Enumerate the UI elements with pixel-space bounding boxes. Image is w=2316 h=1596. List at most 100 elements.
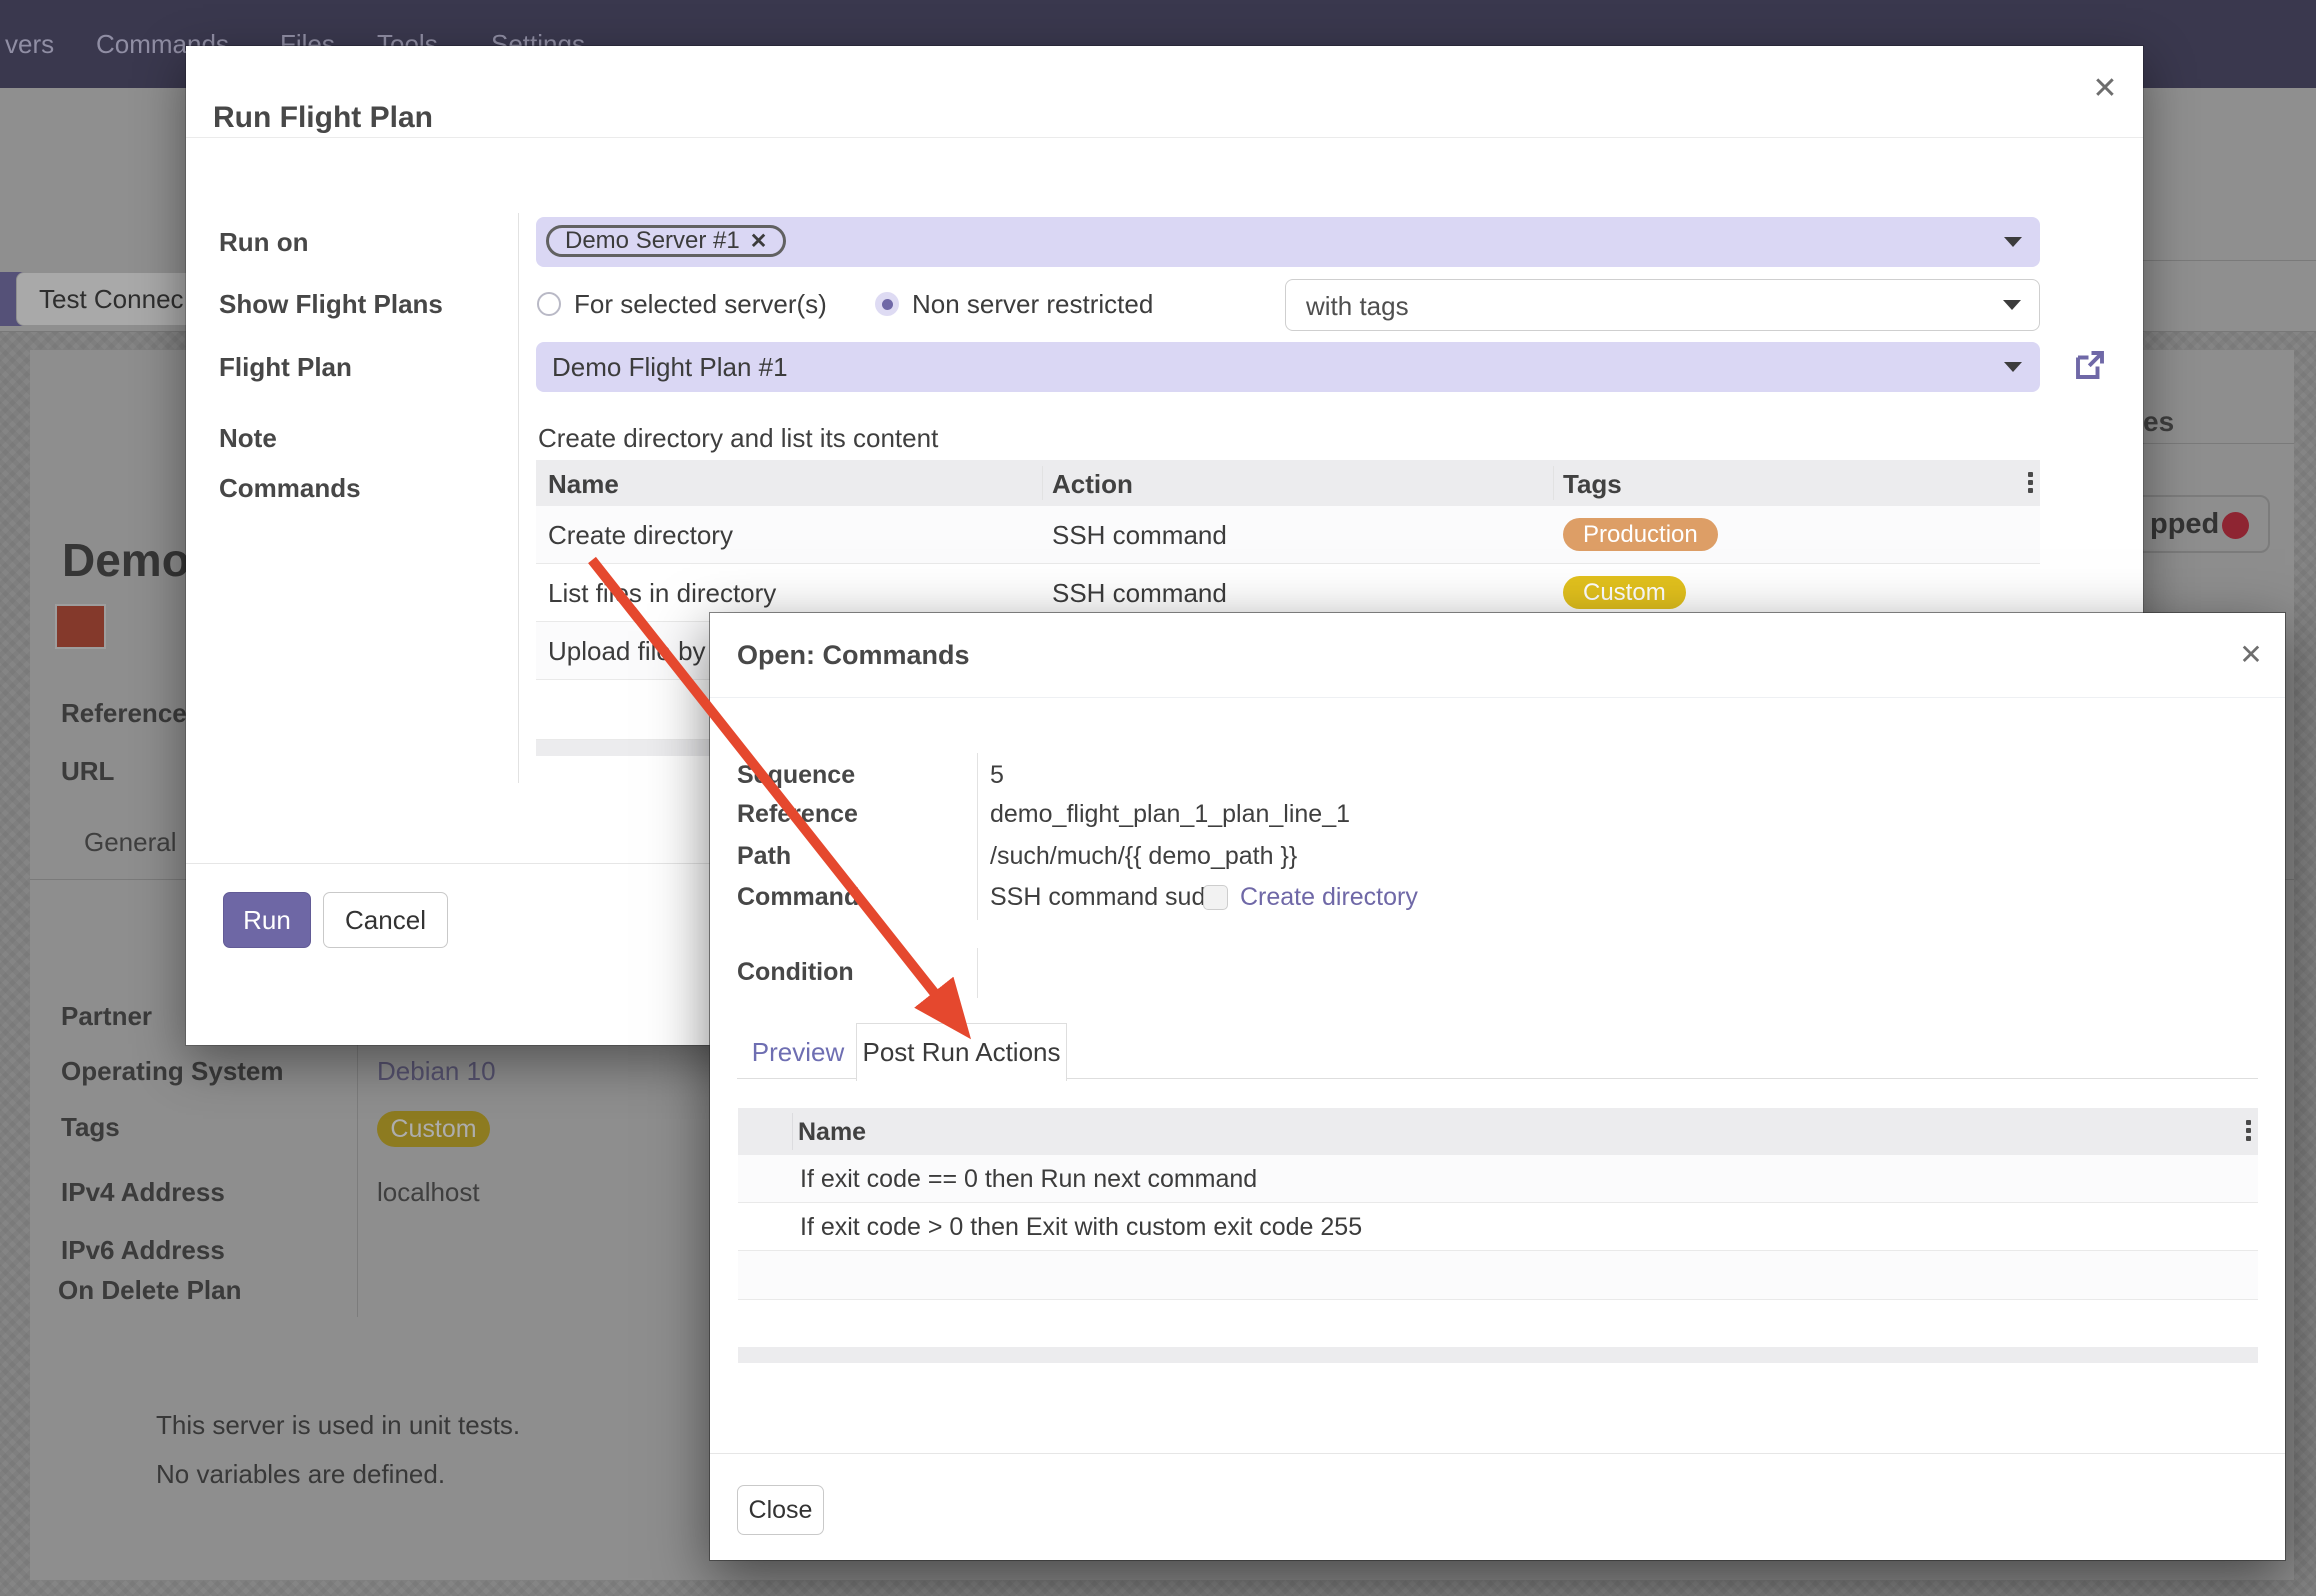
- reference-label: Reference: [61, 698, 187, 729]
- tab-preview[interactable]: Preview: [740, 1025, 856, 1079]
- col-tags: Tags: [1563, 469, 1622, 500]
- server-image[interactable]: [57, 606, 104, 647]
- with-tags-value: with tags: [1306, 291, 1409, 322]
- radio-non-server-restricted[interactable]: [875, 292, 899, 316]
- operating-system-label: Operating System: [61, 1056, 284, 1087]
- stopped-status-label: pped: [2150, 508, 2219, 541]
- with-tags-select[interactable]: with tags: [1285, 279, 2040, 331]
- col-name: Name: [548, 469, 619, 500]
- open-commands-modal: Open: Commands ✕ Sequence 5 Reference de…: [710, 613, 2285, 1560]
- note-label: Note: [219, 423, 277, 454]
- modal-header-divider: [186, 137, 2143, 138]
- actions-table-header: Name: [738, 1108, 2258, 1155]
- custom-tag-badge: Custom: [377, 1111, 490, 1147]
- kebab-menu-icon[interactable]: [2028, 472, 2033, 477]
- table-row-empty: [738, 1251, 2258, 1300]
- operating-system-value[interactable]: Debian 10: [377, 1056, 496, 1087]
- column-divider: [792, 1113, 793, 1150]
- flight-plan-label: Flight Plan: [219, 352, 352, 383]
- on-delete-plan-label: On Delete Plan: [58, 1275, 242, 1306]
- tags-label: Tags: [61, 1112, 120, 1143]
- reference-value: demo_flight_plan_1_plan_line_1: [990, 800, 1350, 829]
- table-row[interactable]: If exit code > 0 then Exit with custom e…: [738, 1203, 2258, 1251]
- ipv4-label: IPv4 Address: [61, 1177, 225, 1208]
- chevron-down-icon: [2004, 362, 2022, 372]
- create-directory-checkbox[interactable]: [1203, 885, 1228, 910]
- close-icon[interactable]: ✕: [2231, 634, 2271, 674]
- cell-action: SSH command: [1052, 520, 1227, 551]
- right-heading-fragment: es: [2143, 406, 2174, 438]
- col-name: Name: [798, 1118, 866, 1147]
- url-label: URL: [61, 756, 114, 787]
- modal-header-divider: [710, 697, 2285, 698]
- cell-name: List files in directory: [548, 578, 776, 609]
- stopped-status-dot-icon: [2222, 512, 2249, 539]
- label-column-divider: [518, 213, 519, 783]
- run-on-multiselect[interactable]: Demo Server #1 ✕: [536, 217, 2040, 267]
- cell-name: If exit code > 0 then Exit with custom e…: [800, 1213, 1362, 1242]
- commands-label: Commands: [219, 473, 361, 504]
- field-column-divider: [977, 948, 978, 998]
- tag-badge: Production: [1563, 518, 1718, 551]
- right-heading-divider: [2143, 443, 2294, 444]
- radio-for-selected-servers-label[interactable]: For selected server(s): [574, 289, 827, 320]
- unit-test-note-line2: No variables are defined.: [156, 1459, 445, 1490]
- modal-title: Open: Commands: [737, 640, 970, 671]
- tabs-underline: [737, 1078, 856, 1079]
- breadcrumb-divider: [2143, 260, 2316, 261]
- menu-label: vers: [5, 29, 54, 60]
- modal-title: Run Flight Plan: [213, 101, 433, 135]
- server-page-title: Demo: [62, 533, 190, 587]
- radio-for-selected-servers[interactable]: [537, 292, 561, 316]
- col-action: Action: [1052, 469, 1133, 500]
- cell-action: SSH command: [1052, 578, 1227, 609]
- table-row[interactable]: Create directory SSH command Production: [536, 506, 2040, 564]
- condition-label: Condition: [737, 958, 854, 987]
- field-column-divider: [977, 753, 978, 920]
- command-label: Command: [737, 883, 859, 912]
- cancel-button[interactable]: Cancel: [323, 892, 448, 948]
- chevron-down-icon: [2003, 300, 2021, 310]
- tab-general[interactable]: General: [84, 827, 177, 858]
- ipv4-value: localhost: [377, 1177, 480, 1208]
- remove-tag-icon[interactable]: ✕: [750, 229, 768, 254]
- note-value: Create directory and list its content: [538, 423, 938, 454]
- cell-name: Create directory: [548, 520, 733, 551]
- tab-post-run-actions[interactable]: Post Run Actions: [856, 1023, 1067, 1081]
- cell-name: If exit code == 0 then Run next command: [800, 1165, 1257, 1194]
- server-tag-label: Demo Server #1: [565, 227, 740, 255]
- commands-table-header: Name Action Tags: [536, 460, 2040, 506]
- field-divider: [357, 1262, 358, 1317]
- command-value: SSH command sudo: [990, 883, 1219, 912]
- menu-item-servers[interactable]: vers: [5, 0, 54, 88]
- radio-non-server-restricted-label[interactable]: Non server restricted: [912, 289, 1153, 320]
- screen: vers Commands Files Tools Settings Test …: [0, 0, 2316, 1596]
- reference-label: Reference: [737, 800, 858, 829]
- run-on-label: Run on: [219, 227, 309, 258]
- external-link-icon[interactable]: [2072, 347, 2108, 383]
- tag-badge: Custom: [1563, 576, 1686, 609]
- modal-footer-divider: [710, 1453, 2285, 1454]
- close-button[interactable]: Close: [737, 1485, 824, 1535]
- partner-label: Partner: [61, 1001, 152, 1032]
- flight-plan-value: Demo Flight Plan #1: [552, 352, 788, 383]
- sequence-label: Sequence: [737, 761, 855, 790]
- chevron-down-icon: [2004, 237, 2022, 247]
- unit-test-note-line1: This server is used in unit tests.: [156, 1410, 520, 1441]
- table-row[interactable]: If exit code == 0 then Run next command: [738, 1155, 2258, 1203]
- run-button[interactable]: Run: [223, 892, 311, 948]
- sequence-value: 5: [990, 761, 1004, 790]
- show-flight-plans-label: Show Flight Plans: [219, 289, 443, 320]
- kebab-menu-icon[interactable]: [2246, 1120, 2251, 1125]
- column-divider: [1042, 466, 1043, 500]
- path-label: Path: [737, 842, 791, 871]
- ipv6-label: IPv6 Address: [61, 1235, 225, 1266]
- flight-plan-select[interactable]: Demo Flight Plan #1: [536, 342, 2040, 392]
- test-connection-label: Test Connec: [39, 284, 184, 315]
- close-icon[interactable]: ✕: [2085, 68, 2125, 108]
- column-divider: [1553, 466, 1554, 500]
- tabs-underline: [1067, 1078, 2258, 1079]
- table-footer-strip: [738, 1347, 2258, 1363]
- create-directory-link[interactable]: Create directory: [1240, 883, 1418, 912]
- server-tag: Demo Server #1 ✕: [546, 225, 786, 257]
